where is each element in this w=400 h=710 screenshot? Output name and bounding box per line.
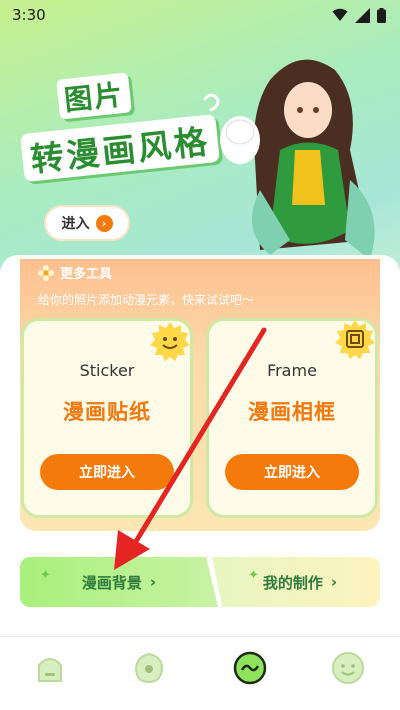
sticker-cn-label: 漫画贴纸 xyxy=(63,400,151,424)
chevron-right-icon: › xyxy=(330,573,338,591)
more-tools-title: 更多工具 xyxy=(38,263,112,282)
sparkle-icon: ✦ xyxy=(248,568,259,583)
manga-background-label: 漫画背景 xyxy=(81,573,142,592)
anime-character-illustration xyxy=(202,59,375,260)
discover-tab-icon[interactable] xyxy=(132,651,166,685)
hero-title-line1: 图片 xyxy=(56,72,132,120)
hero-enter-button[interactable]: 进入 › xyxy=(44,205,130,241)
chevron-right-icon: › xyxy=(149,573,157,591)
frame-square-icon xyxy=(335,320,375,359)
arrow-right-icon: › xyxy=(95,214,113,232)
signal-icon xyxy=(355,7,370,23)
home-tab-icon[interactable] xyxy=(33,651,67,685)
status-time: 3:30 xyxy=(12,6,46,24)
create-tab-icon[interactable] xyxy=(233,651,267,685)
wifi-icon xyxy=(332,8,348,21)
more-tools-title-text: 更多工具 xyxy=(60,267,113,282)
my-creations-label: 我的制作 xyxy=(262,573,323,592)
frame-cn-label: 漫画相框 xyxy=(248,400,336,424)
frame-en-label: Frame xyxy=(267,361,317,380)
profile-tab-icon[interactable] xyxy=(331,651,365,685)
sparkle-icon: ✦ xyxy=(40,568,51,583)
status-bar: 3:30 xyxy=(0,0,400,30)
sticker-enter-button[interactable]: 立即进入 xyxy=(40,454,174,490)
hero-title-line2: 转漫画风格 xyxy=(20,113,220,183)
battery-icon xyxy=(377,7,386,23)
status-icons xyxy=(332,7,386,23)
hero-enter-label: 进入 xyxy=(61,216,90,232)
more-tools-subtitle: 给你的照片添加动漫元素，快来试试吧～ xyxy=(38,293,255,307)
bottom-nav xyxy=(0,636,400,710)
frame-enter-button[interactable]: 立即进入 xyxy=(225,454,359,490)
smiley-sun-icon xyxy=(150,322,190,361)
flower-icon xyxy=(38,264,54,281)
my-creations-button[interactable]: 我的制作 › xyxy=(212,557,380,607)
